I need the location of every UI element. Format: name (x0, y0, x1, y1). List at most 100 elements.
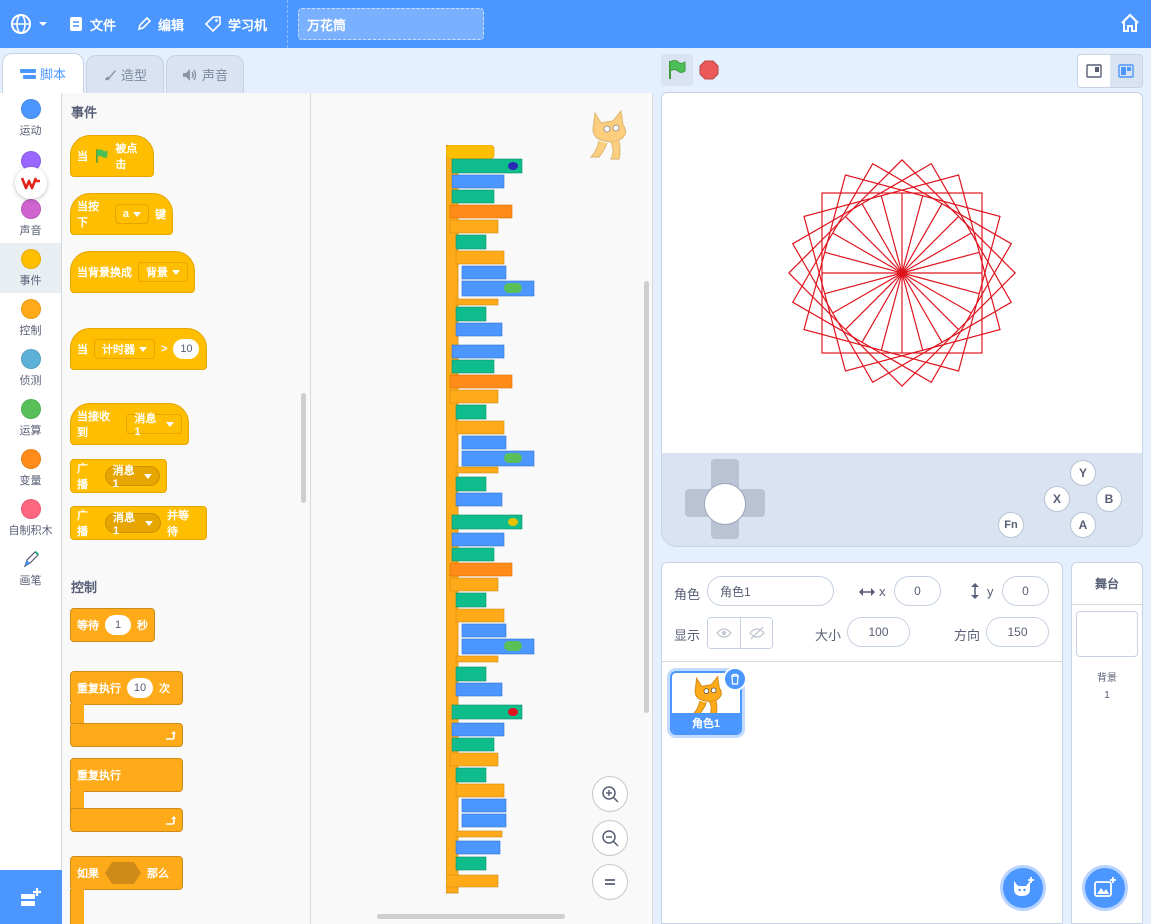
tab-costumes[interactable]: 造型 (86, 55, 164, 93)
y-position-input[interactable]: 0 (1002, 576, 1049, 606)
trash-icon (731, 673, 739, 685)
when-backdrop-switches-block[interactable]: 当背景换成 背景 (70, 251, 195, 293)
category-control[interactable]: 控制 (0, 293, 61, 343)
language-menu[interactable] (0, 0, 58, 48)
stop-button[interactable] (699, 60, 719, 83)
broadcast-dropdown[interactable]: 消息1 (104, 465, 160, 490)
block-palette: 事件 当 被点击 当按下 a 键 当背景换成 背景 当 计时器 > 10 当接收… (62, 93, 311, 924)
sprite-name-input[interactable]: 角色1 (707, 576, 834, 606)
category-operators[interactable]: 运算 (0, 393, 61, 443)
when-receive-block[interactable]: 当接收到 消息1 (70, 403, 189, 445)
home-button[interactable] (1119, 12, 1141, 37)
gamepad-y-button[interactable]: Y (1070, 460, 1096, 486)
stage-target-pane[interactable]: 舞台 背景 1 (1071, 562, 1143, 924)
kaleidoscope-script[interactable] (446, 145, 536, 895)
green-flag-button[interactable] (661, 54, 693, 86)
block-text: 当按下 (77, 201, 99, 229)
backdrops-count: 1 (1104, 690, 1110, 701)
wait-block[interactable]: 等待 1 秒 (70, 608, 155, 642)
zoom-out-button[interactable] (592, 820, 628, 856)
category-my-blocks[interactable]: 自制积木 (0, 493, 61, 543)
category-looks[interactable] (0, 143, 61, 199)
backdrop-dropdown[interactable]: 背景 (138, 262, 188, 282)
zoom-reset-button[interactable] (592, 864, 628, 900)
block-text: 当 (77, 151, 88, 163)
loop-arrow-icon (166, 731, 176, 740)
category-pen[interactable]: 画笔 (0, 543, 61, 593)
gamepad-fn-button[interactable]: Fn (998, 512, 1024, 538)
category-label: 控制 (19, 324, 42, 337)
key-dropdown[interactable]: a (114, 204, 149, 224)
pen-spoke (901, 251, 980, 274)
message-dropdown[interactable]: 消息1 (126, 413, 182, 438)
direction-label: 方向 (954, 628, 981, 643)
file-menu[interactable]: 文件 (58, 0, 126, 48)
tab-sounds[interactable]: 声音 (166, 55, 244, 93)
broadcast-and-wait-block[interactable]: 广播 消息1 并等待 (70, 506, 207, 540)
eye-icon (716, 628, 732, 638)
zoom-in-button[interactable] (592, 776, 628, 812)
stage-canvas[interactable] (661, 92, 1143, 454)
hide-sprite-button[interactable] (740, 618, 772, 648)
backdrop-thumbnail[interactable] (1076, 611, 1138, 657)
add-extension-button[interactable] (0, 870, 62, 924)
sensor-dropdown[interactable]: 计时器 (94, 339, 155, 359)
gamepad-x-button[interactable]: X (1044, 486, 1070, 512)
pen-spoke (901, 272, 980, 295)
x-position-input[interactable]: 0 (894, 576, 941, 606)
category-sound[interactable]: 声音 (0, 193, 61, 243)
repeat-block-head: 重复执行 10 次 (70, 671, 183, 705)
timer-value-input[interactable]: 10 (173, 339, 200, 359)
block-text: 广播 (77, 463, 88, 491)
when-timer-greater-block[interactable]: 当 计时器 > 10 (70, 328, 207, 370)
delete-sprite-button[interactable] (723, 667, 747, 691)
broadcast-dropdown[interactable]: 消息1 (104, 512, 162, 537)
wps-logo-icon (21, 177, 40, 190)
edit-menu[interactable]: 编辑 (126, 0, 194, 48)
gamepad-b-button[interactable]: B (1096, 486, 1122, 512)
add-backdrop-button[interactable] (1082, 865, 1128, 911)
block-text: > (161, 343, 168, 355)
wps-overlay-icon[interactable] (15, 167, 47, 199)
workspace-horizontal-scrollbar[interactable] (377, 914, 565, 919)
workspace-vertical-scrollbar[interactable] (644, 281, 649, 713)
dpad[interactable] (685, 459, 765, 539)
dropdown-arrow-icon (172, 269, 180, 275)
dpad-knob[interactable] (704, 483, 746, 525)
tutorials-menu[interactable]: 学习机 (194, 0, 277, 48)
dropdown-arrow-icon (144, 473, 152, 479)
small-stage-button[interactable] (1078, 55, 1110, 87)
category-variables[interactable]: 变量 (0, 443, 61, 493)
condition-slot[interactable] (105, 862, 141, 884)
sprite-cat-watermark-icon (589, 109, 627, 160)
when-flag-clicked-block[interactable]: 当 被点击 (70, 135, 154, 177)
dropdown-value: 计时器 (102, 344, 135, 356)
block-text: 秒 (137, 620, 148, 632)
tab-code[interactable]: 脚本 (2, 53, 84, 93)
repeat-count-input[interactable]: 10 (127, 678, 153, 698)
sprite-pane: 角色 角色1 x 0 y 0 显示 大小 100 方向 150 角色1 (661, 562, 1063, 924)
wait-seconds-input[interactable]: 1 (105, 615, 131, 635)
broadcast-block[interactable]: 广播 消息1 (70, 459, 167, 493)
category-label: 画笔 (19, 574, 42, 587)
gamepad-a-button[interactable]: A (1070, 512, 1096, 538)
add-sprite-button[interactable] (1000, 865, 1046, 911)
project-title-input[interactable]: 万花筒 (298, 8, 485, 40)
direction-input[interactable]: 150 (986, 617, 1049, 647)
virtual-gamepad: Y X B A Fn (661, 453, 1143, 547)
tab-costumes-label: 造型 (120, 68, 147, 83)
show-sprite-button[interactable] (708, 618, 740, 648)
size-input[interactable]: 100 (847, 617, 910, 647)
category-label: 自制积木 (8, 524, 53, 537)
dropdown-arrow-icon (145, 520, 154, 526)
category-sensing[interactable]: 侦测 (0, 343, 61, 393)
large-stage-button[interactable] (1110, 55, 1142, 87)
forever-block[interactable]: 重复执行 (70, 758, 183, 832)
category-events[interactable]: 事件 (0, 243, 61, 293)
repeat-block[interactable]: 重复执行 10 次 (70, 671, 183, 747)
when-key-pressed-block[interactable]: 当按下 a 键 (70, 193, 173, 235)
palette-scrollbar[interactable] (301, 393, 306, 503)
code-workspace[interactable] (311, 93, 653, 924)
if-then-block[interactable]: 如果 那么 (70, 856, 183, 924)
category-motion[interactable]: 运动 (0, 93, 61, 143)
